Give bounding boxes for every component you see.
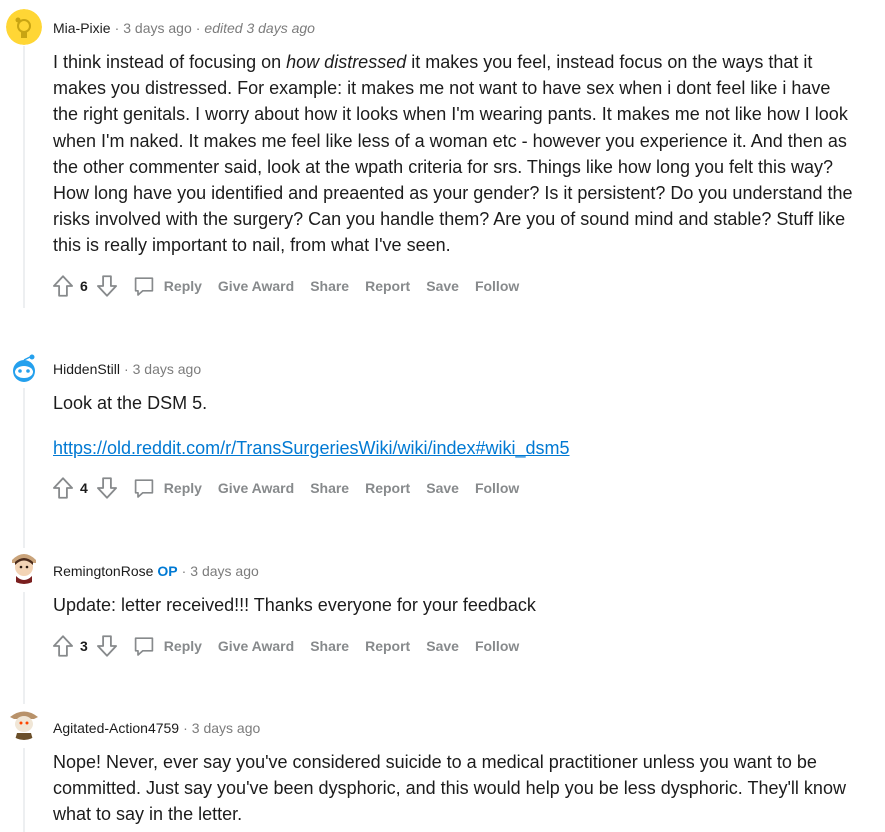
separator-dot: · (183, 720, 188, 736)
comment-meta: RemingtonRose OP · 3 days ago (53, 562, 259, 580)
thread-line[interactable] (23, 592, 25, 704)
share-button[interactable]: Share (310, 638, 349, 654)
give-award-button[interactable]: Give Award (218, 480, 294, 496)
upvote-arrow-icon[interactable] (50, 633, 76, 659)
give-award-button[interactable]: Give Award (218, 278, 294, 294)
timestamp[interactable]: 3 days ago (190, 563, 259, 579)
reply-button[interactable]: Reply (132, 634, 202, 658)
comment-body: Update: letter received!!! Thanks everyo… (53, 592, 853, 618)
timestamp[interactable]: 3 days ago (192, 720, 261, 736)
comment-meta: HiddenStill · 3 days ago (53, 360, 201, 378)
save-button[interactable]: Save (426, 638, 459, 654)
vote-score: 6 (80, 278, 88, 294)
op-badge: OP (157, 563, 178, 579)
vote-score: 4 (80, 480, 88, 496)
upvote-arrow-icon[interactable] (50, 273, 76, 299)
speech-bubble-icon (132, 476, 156, 500)
comment-actions: 3 Reply Give Award Share Report Save Fol… (50, 633, 535, 659)
wiki-link[interactable]: https://old.reddit.com/r/TransSurgeriesW… (53, 438, 570, 458)
user-avatar[interactable] (6, 9, 42, 45)
user-avatar[interactable] (6, 350, 42, 386)
thread-line[interactable] (23, 748, 25, 832)
reply-button[interactable]: Reply (132, 274, 202, 298)
separator-dot: · (114, 20, 120, 36)
speech-bubble-icon (132, 634, 156, 658)
follow-button[interactable]: Follow (475, 480, 519, 496)
separator-dot: · (195, 20, 201, 36)
share-button[interactable]: Share (310, 278, 349, 294)
comment-body: Look at the DSM 5. https://old.reddit.co… (53, 390, 853, 461)
comment-body: Nope! Never, ever say you've considered … (53, 749, 853, 828)
user-avatar[interactable] (6, 548, 42, 584)
body-text: it makes you feel, instead focus on the … (53, 52, 853, 256)
username[interactable]: Mia-Pixie (53, 20, 111, 36)
follow-button[interactable]: Follow (475, 278, 519, 294)
reply-button[interactable]: Reply (132, 476, 202, 500)
speech-bubble-icon (132, 274, 156, 298)
comment-body: I think instead of focusing on how distr… (53, 49, 853, 259)
body-text: Update: letter received!!! Thanks everyo… (53, 595, 536, 615)
username[interactable]: RemingtonRose (53, 563, 153, 579)
separator-dot: · (181, 563, 187, 579)
username[interactable]: Agitated-Action4759 (53, 720, 179, 736)
report-button[interactable]: Report (365, 480, 410, 496)
comment-actions: 4 Reply Give Award Share Report Save Fol… (50, 475, 535, 501)
reply-label: Reply (163, 480, 202, 496)
body-text: I think instead of focusing on (53, 52, 287, 72)
downvote-arrow-icon[interactable] (94, 475, 120, 501)
report-button[interactable]: Report (365, 278, 410, 294)
comment-actions: 6 Reply Give Award Share Report Save Fol… (50, 273, 535, 299)
save-button[interactable]: Save (426, 480, 459, 496)
body-emphasis: how distressed (286, 52, 407, 72)
edited-label: edited 3 days ago (204, 20, 315, 36)
report-button[interactable]: Report (365, 638, 410, 654)
comment-meta: Agitated-Action4759 · 3 days ago (53, 719, 260, 737)
comment-meta: Mia-Pixie · 3 days ago · edited 3 days ago (53, 19, 315, 37)
reply-label: Reply (163, 278, 202, 294)
reply-label: Reply (163, 638, 202, 654)
thread-line[interactable] (23, 46, 25, 308)
share-button[interactable]: Share (310, 480, 349, 496)
body-text: Look at the DSM 5. (53, 393, 208, 413)
separator-dot: · (123, 361, 129, 377)
downvote-arrow-icon[interactable] (94, 633, 120, 659)
timestamp[interactable]: 3 days ago (133, 361, 202, 377)
user-avatar[interactable] (6, 704, 42, 740)
downvote-arrow-icon[interactable] (94, 273, 120, 299)
vote-score: 3 (80, 638, 88, 654)
username[interactable]: HiddenStill (53, 361, 120, 377)
thread-line[interactable] (23, 388, 25, 548)
save-button[interactable]: Save (426, 278, 459, 294)
give-award-button[interactable]: Give Award (218, 638, 294, 654)
upvote-arrow-icon[interactable] (50, 475, 76, 501)
follow-button[interactable]: Follow (475, 638, 519, 654)
body-text: Nope! Never, ever say you've considered … (53, 752, 846, 825)
timestamp[interactable]: 3 days ago (123, 20, 192, 36)
